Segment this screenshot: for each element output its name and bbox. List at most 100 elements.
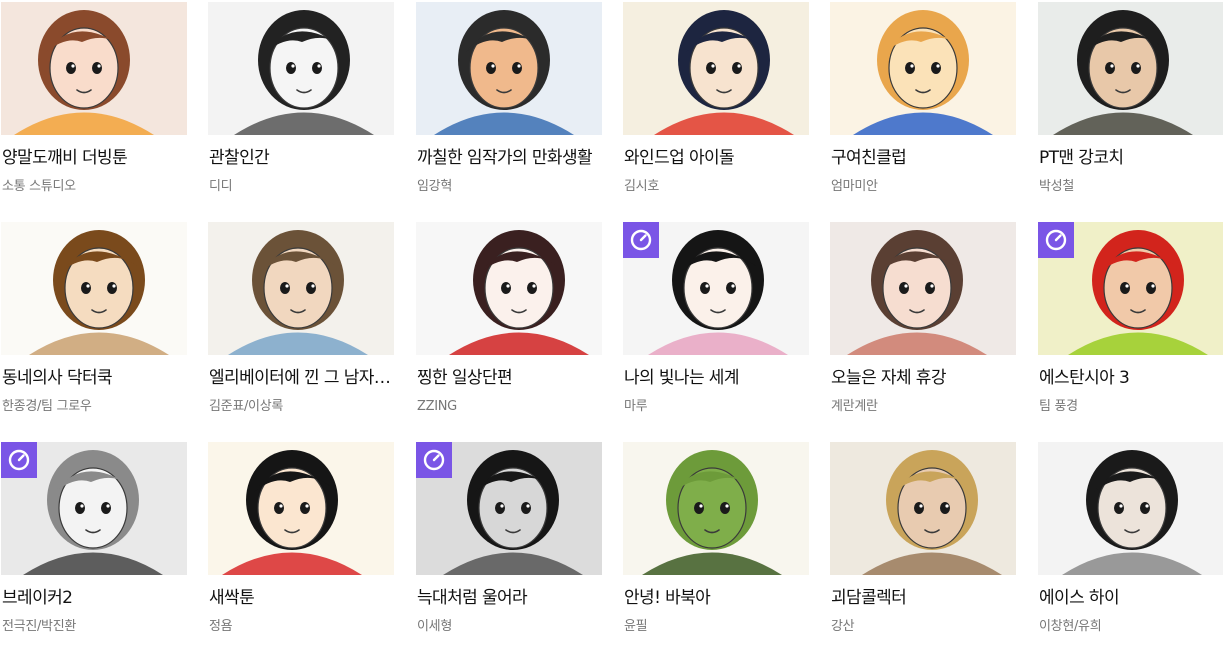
- webtoon-card[interactable]: 에스탄시아 3 팀 풍경: [1038, 222, 1223, 437]
- webtoon-thumbnail[interactable]: [416, 2, 602, 135]
- character-eye-left: [1114, 502, 1124, 514]
- webtoon-title[interactable]: 찡한 일상단편: [417, 367, 601, 389]
- webtoon-card[interactable]: 동네의사 닥터쿡 한종경/팀 그로우: [1, 222, 187, 437]
- webtoon-card[interactable]: 엘리베이터에 낀 그 남자는 어떻게 되었나김준표/이상록: [208, 222, 394, 437]
- webtoon-title[interactable]: 늑대처럼 울어라: [417, 587, 601, 609]
- eye-highlight-right: [112, 284, 116, 288]
- webtoon-title[interactable]: 까칠한 임작가의 만화생활: [417, 147, 601, 169]
- webtoon-card[interactable]: 구여친클럽엄마미안: [830, 2, 1016, 217]
- webtoon-title[interactable]: 새싹툰: [209, 587, 393, 609]
- webtoon-card[interactable]: 나의 빛나는 세계마루: [623, 222, 809, 437]
- webtoon-thumbnail[interactable]: [208, 2, 394, 135]
- webtoon-title[interactable]: 구여친클럽: [831, 147, 1015, 169]
- webtoon-card[interactable]: 에이스 하이 이창현/유희: [1038, 442, 1223, 657]
- webtoon-author: 김준표/이상록: [209, 399, 284, 414]
- character-eye-right: [101, 502, 111, 514]
- webtoon-thumbnail[interactable]: [1, 2, 187, 135]
- webtoon-card[interactable]: 오늘은 자체 휴강 계란계란: [830, 222, 1016, 437]
- webtoon-title[interactable]: 나의 빛나는 세계: [624, 367, 808, 389]
- character-eye-left: [1120, 282, 1130, 294]
- webtoon-card[interactable]: 양말도깨비 더빙툰 소통 스튜디오: [1, 2, 187, 217]
- webtoon-thumbnail[interactable]: [416, 222, 602, 355]
- webtoon-title[interactable]: 브레이커2: [2, 587, 186, 609]
- eye-highlight-left: [699, 504, 703, 508]
- webtoon-title[interactable]: 엘리베이터에 낀 그 남자는 어떻게 되었나: [209, 367, 393, 389]
- character-eye-right: [732, 62, 742, 74]
- webtoon-author: 엄마미안: [831, 179, 878, 194]
- character-eye-right: [925, 282, 935, 294]
- eye-highlight-left: [500, 504, 504, 508]
- webtoon-card[interactable]: 찡한 일상단편 ZZING: [416, 222, 602, 437]
- character-eye-right: [1140, 502, 1150, 514]
- eye-highlight-left: [919, 504, 923, 508]
- webtoon-author: 강산: [831, 619, 855, 634]
- webtoon-author: 마루: [624, 399, 648, 414]
- eye-highlight-right: [317, 64, 321, 68]
- webtoon-thumbnail[interactable]: [830, 442, 1016, 575]
- character-eye-right: [312, 62, 322, 74]
- webtoon-thumbnail[interactable]: [623, 2, 809, 135]
- webtoon-author: 김시호: [624, 179, 659, 194]
- webtoon-thumbnail[interactable]: [830, 2, 1016, 135]
- character-eye-left: [286, 62, 296, 74]
- eye-highlight-right: [526, 504, 530, 508]
- webtoon-title[interactable]: PT맨 강코치: [1039, 147, 1223, 169]
- webtoon-title[interactable]: 에이스 하이: [1039, 587, 1223, 609]
- webtoon-title[interactable]: 오늘은 자체 휴강: [831, 367, 1015, 389]
- character-eye-left: [486, 62, 496, 74]
- character-eye-right: [527, 282, 537, 294]
- timer-badge: [416, 442, 452, 478]
- webtoon-card[interactable]: 와인드업 아이돌김시호: [623, 2, 809, 217]
- character-eye-left: [274, 502, 284, 514]
- eye-highlight-left: [491, 64, 495, 68]
- webtoon-thumbnail[interactable]: [208, 222, 394, 355]
- eye-highlight-right: [936, 64, 940, 68]
- webtoon-thumbnail[interactable]: [623, 442, 809, 575]
- eye-highlight-left: [705, 284, 709, 288]
- eye-highlight-right: [1151, 284, 1155, 288]
- webtoon-card[interactable]: PT맨 강코치 박성철: [1038, 2, 1223, 217]
- webtoon-card[interactable]: 까칠한 임작가의 만화생활 임강혁: [416, 2, 602, 217]
- clock-icon: [8, 449, 30, 471]
- character-illustration: [208, 2, 394, 135]
- webtoon-thumbnail[interactable]: [830, 222, 1016, 355]
- webtoon-card[interactable]: 관찰인간디디: [208, 2, 394, 217]
- webtoon-card[interactable]: 새싹툰 정욤: [208, 442, 394, 657]
- eye-highlight-left: [279, 504, 283, 508]
- eye-highlight-left: [506, 284, 510, 288]
- eye-highlight-right: [311, 284, 315, 288]
- character-illustration: [623, 2, 809, 135]
- webtoon-thumbnail[interactable]: [1, 442, 187, 575]
- webtoon-thumbnail[interactable]: [1038, 442, 1223, 575]
- webtoon-thumbnail[interactable]: [416, 442, 602, 575]
- webtoon-card[interactable]: 괴담콜렉터강산: [830, 442, 1016, 657]
- webtoon-title[interactable]: 관찰인간: [209, 147, 393, 169]
- webtoon-title[interactable]: 양말도깨비 더빙툰: [2, 147, 186, 169]
- character-illustration: [208, 222, 394, 355]
- webtoon-thumbnail[interactable]: [208, 442, 394, 575]
- webtoon-card[interactable]: 안녕! 바북아 윤필: [623, 442, 809, 657]
- webtoon-title[interactable]: 안녕! 바북아: [624, 587, 808, 609]
- character-eye-right: [726, 282, 736, 294]
- webtoon-author: 디디: [209, 179, 233, 194]
- eye-highlight-left: [904, 284, 908, 288]
- webtoon-thumbnail[interactable]: [1038, 2, 1223, 135]
- character-eye-right: [1131, 62, 1141, 74]
- eye-highlight-left: [1125, 284, 1129, 288]
- timer-badge: [623, 222, 659, 258]
- webtoon-title[interactable]: 와인드업 아이돌: [624, 147, 808, 169]
- webtoon-title[interactable]: 괴담콜렉터: [831, 587, 1015, 609]
- webtoon-thumbnail[interactable]: [623, 222, 809, 355]
- character-eye-left: [280, 282, 290, 294]
- webtoon-card[interactable]: 브레이커2 전극진/박진환: [1, 442, 187, 657]
- webtoon-author: 이세형: [417, 619, 452, 634]
- webtoon-title[interactable]: 동네의사 닥터쿡: [2, 367, 186, 389]
- webtoon-title[interactable]: 에스탄시아 3: [1039, 367, 1223, 389]
- character-eye-right: [931, 62, 941, 74]
- webtoon-thumbnail[interactable]: [1, 222, 187, 355]
- clock-icon: [630, 229, 652, 251]
- webtoon-card[interactable]: 늑대처럼 울어라이세형: [416, 442, 602, 657]
- webtoon-thumbnail[interactable]: [1038, 222, 1223, 355]
- eye-highlight-left: [1110, 64, 1114, 68]
- character-eye-right: [940, 502, 950, 514]
